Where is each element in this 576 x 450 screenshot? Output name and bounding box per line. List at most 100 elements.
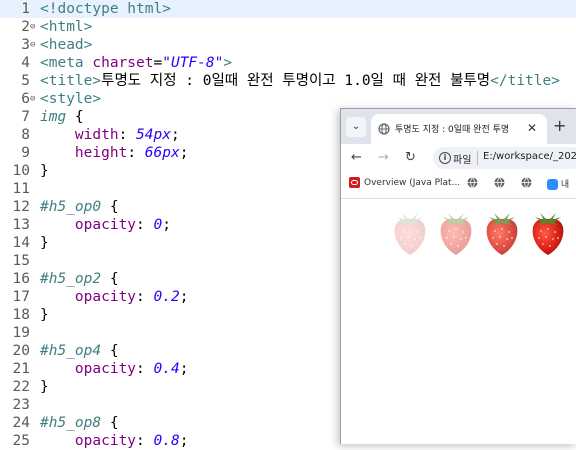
- line-number: 7: [21, 109, 30, 125]
- zoom-icon: [547, 179, 558, 190]
- code-token: </title>: [490, 73, 560, 89]
- code-text: #h5_op2 {: [40, 270, 119, 288]
- code-token: <title>: [40, 73, 102, 89]
- line-number: 5: [21, 73, 30, 89]
- page-content: [341, 199, 576, 444]
- code-token: <style>: [40, 91, 102, 107]
- line-number: 1: [21, 1, 30, 17]
- code-token: width: [40, 127, 119, 143]
- code-token: #h5_op0: [40, 199, 102, 215]
- chevron-down-icon: ⌄: [351, 121, 361, 132]
- code-line[interactable]: 1 <!doctype html>: [0, 0, 576, 18]
- code-token: #h5_op8: [40, 415, 102, 431]
- close-icon[interactable]: ✕: [527, 121, 537, 135]
- line-number: 22: [12, 379, 30, 395]
- strawberry-image: [394, 213, 426, 255]
- address-separator: [477, 151, 478, 165]
- code-text: <title>투명도 지정 : 0일때 완전 투명이고 1.0일 때 완전 불투…: [40, 72, 560, 90]
- code-token: img: [40, 109, 67, 125]
- code-token: ;: [162, 217, 171, 233]
- code-token: :: [136, 361, 154, 377]
- bookmark-globe-2[interactable]: [494, 177, 505, 188]
- oracle-icon: [349, 177, 360, 188]
- code-token: 0.2: [153, 289, 180, 305]
- line-number: 10: [12, 163, 30, 179]
- code-text: }: [40, 306, 49, 324]
- line-number: 14: [12, 235, 30, 251]
- code-line[interactable]: 5 <title>투명도 지정 : 0일때 완전 투명이고 1.0일 때 완전 불…: [0, 72, 576, 90]
- browser-tab[interactable]: 투명도 지정 : 0일때 완전 투명 ✕: [371, 114, 547, 144]
- code-token: }: [40, 379, 49, 395]
- code-token: {: [101, 199, 119, 215]
- info-icon[interactable]: i: [439, 152, 451, 164]
- code-token: opacity: [40, 361, 137, 377]
- globe-icon: [521, 177, 532, 188]
- code-text: opacity: 0.4;: [40, 360, 189, 378]
- line-number: 13: [12, 217, 30, 233]
- code-line[interactable]: 3 ⊖ <head>: [0, 36, 576, 54]
- line-number: 9: [21, 145, 30, 161]
- back-button[interactable]: ←: [351, 150, 362, 165]
- code-text: img {: [40, 108, 84, 126]
- bookmark-label: Overview (Java Plat...: [364, 178, 461, 188]
- code-token: 0.8: [153, 433, 180, 449]
- fold-toggle-icon[interactable]: ⊖: [30, 36, 40, 54]
- code-token: :: [136, 217, 154, 233]
- bookmark-label: 내: [560, 180, 570, 190]
- bookmark-globe-1[interactable]: [467, 177, 478, 188]
- fold-toggle-icon[interactable]: ⊖: [30, 90, 40, 108]
- bookmark-globe-3[interactable]: [521, 177, 532, 188]
- code-text: opacity: 0;: [40, 216, 171, 234]
- tab-strip: ⌄ 투명도 지정 : 0일때 완전 투명 ✕ +: [341, 109, 576, 144]
- strawberry-image: [440, 213, 472, 255]
- code-token: 54px: [136, 127, 171, 143]
- fold-toggle-icon[interactable]: ⊖: [30, 18, 40, 36]
- tab-search-button[interactable]: ⌄: [346, 117, 366, 137]
- browser-window: ⌄ 투명도 지정 : 0일때 완전 투명 ✕ + ← → ↻ i 파일 E:/w…: [340, 108, 576, 444]
- code-token: #h5_op2: [40, 271, 102, 287]
- browser-toolbar: ← → ↻ i 파일 E:/workspace/_2023_: [341, 144, 576, 172]
- code-text: }: [40, 234, 49, 252]
- code-token: {: [101, 271, 119, 287]
- bookmark-overview[interactable]: Overview (Java Plat...: [349, 177, 460, 188]
- code-token: ;: [179, 289, 189, 305]
- code-token: 0: [153, 217, 163, 233]
- code-token: }: [40, 307, 49, 323]
- line-number: 21: [12, 361, 30, 377]
- code-text: opacity: 0.2;: [40, 288, 189, 306]
- code-token: #h5_op4: [40, 343, 102, 359]
- code-text: <html>: [40, 18, 92, 36]
- line-number: 12: [12, 199, 30, 215]
- line-number: 17: [12, 289, 30, 305]
- code-token: <!doctype html>: [40, 1, 171, 17]
- globe-icon: [378, 123, 390, 135]
- strawberry-image: [486, 213, 518, 255]
- code-line[interactable]: 4 <meta charset="UTF-8">: [0, 54, 576, 72]
- code-token: :: [118, 127, 137, 143]
- code-token: 0.4: [153, 361, 180, 377]
- code-token: charset: [92, 55, 154, 71]
- reload-button[interactable]: ↻: [405, 150, 416, 165]
- address-bar[interactable]: i 파일 E:/workspace/_2023_: [433, 147, 576, 169]
- code-token: <html>: [40, 19, 93, 35]
- code-line[interactable]: 6 ⊖ <style>: [0, 90, 576, 108]
- code-token: {: [66, 109, 84, 125]
- code-token: 66px: [144, 145, 180, 161]
- code-line[interactable]: 2 ⊖ <html>: [0, 18, 576, 36]
- code-text: #h5_op4 {: [40, 342, 119, 360]
- code-token: }: [40, 235, 49, 251]
- forward-button[interactable]: →: [378, 150, 389, 165]
- line-number: 2: [21, 19, 30, 35]
- address-url[interactable]: E:/workspace/_2023_: [483, 151, 576, 162]
- code-text: opacity: 0.8;: [40, 432, 189, 450]
- code-token: "UTF-8": [162, 55, 224, 71]
- new-tab-button[interactable]: +: [553, 116, 566, 135]
- strawberry-image: [532, 213, 564, 255]
- bookmark-zoom[interactable]: 내: [547, 177, 569, 190]
- code-token: ;: [179, 361, 189, 377]
- line-number: 19: [12, 325, 30, 341]
- code-text: }: [40, 378, 49, 396]
- code-token: }: [40, 163, 49, 179]
- line-number: 4: [21, 55, 30, 71]
- code-token: :: [136, 289, 154, 305]
